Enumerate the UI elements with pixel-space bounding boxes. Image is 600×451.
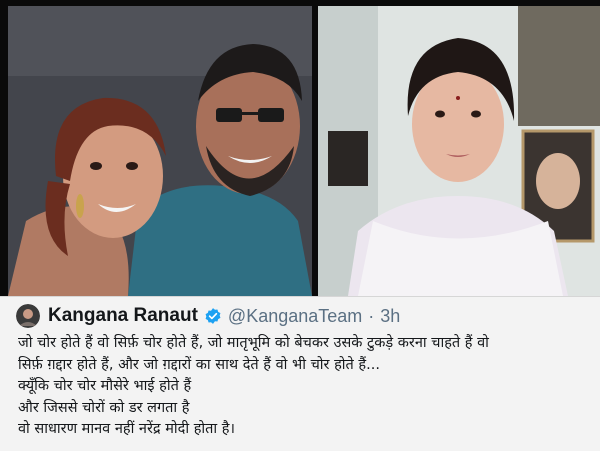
tweet-text-line: सिर्फ़ ग़द्दार होते हैं, और जो ग़द्दारों… (18, 356, 380, 373)
tweet-card: Kangana Ranaut @KanganaTeam · 3h जो चोर … (0, 296, 600, 451)
tweet-text-line: क्यूँकि चोर चोर मौसेरे भाई होते हैं (18, 378, 192, 394)
tweet-text-line: वो साधारण मानव नहीं नरेंद्र मोदी होता है… (18, 421, 235, 437)
avatar[interactable] (16, 304, 40, 328)
photo-two-people (8, 6, 312, 296)
separator-dot: · (368, 305, 375, 326)
tweet-text: जो चोर होते हैं वो सिर्फ़ चोर होते हैं, … (18, 333, 590, 441)
tweet-text-line: जो चोर होते हैं वो सिर्फ़ चोर होते हैं, … (18, 335, 489, 351)
photo-collage (0, 0, 600, 296)
tweet-timestamp[interactable]: 3h (380, 306, 400, 327)
author-name[interactable]: Kangana Ranaut (48, 305, 198, 327)
verified-badge-icon (204, 307, 222, 325)
tweet-text-line: और जिससे चोरों को डर लगता है (18, 399, 190, 416)
tweet-header: Kangana Ranaut @KanganaTeam · 3h (16, 303, 400, 329)
photo-woman-video (318, 6, 600, 296)
author-handle[interactable]: @KanganaTeam (228, 306, 362, 327)
